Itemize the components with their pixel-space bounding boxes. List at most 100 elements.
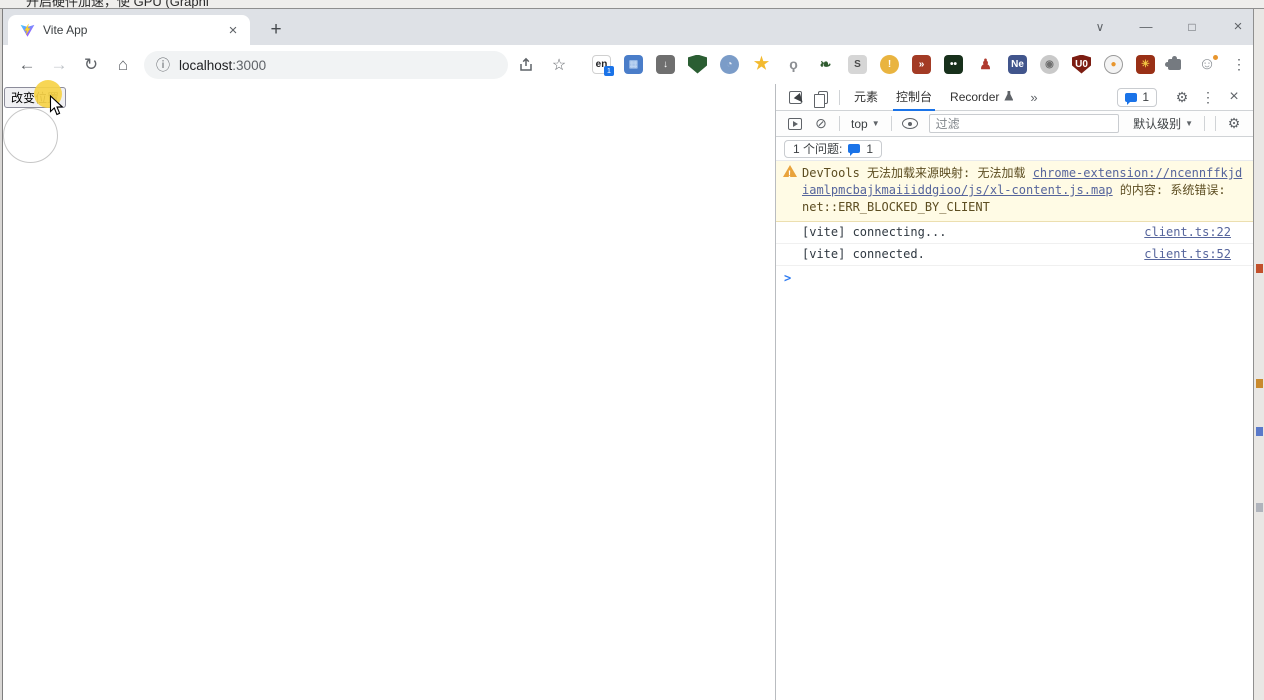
key-extension-icon[interactable]: ! [880, 55, 899, 74]
site-info-icon[interactable]: ⓘ [156, 55, 170, 75]
session-extension-icon[interactable]: S [848, 55, 867, 74]
device-glyph [818, 91, 828, 104]
share-icon[interactable] [515, 54, 537, 76]
inspect-element-icon[interactable] [782, 86, 808, 108]
context-label: top [851, 117, 868, 131]
window-minimize-button[interactable]: — [1131, 15, 1161, 39]
puzzle-glyph [1168, 59, 1181, 70]
vite-logo-icon [20, 23, 35, 38]
mouse-cursor-icon [49, 95, 64, 116]
divider [891, 116, 892, 131]
bee-extension-icon[interactable]: ✳ [1136, 55, 1155, 74]
devtools-close-icon[interactable]: × [1221, 86, 1247, 108]
new-tab-button[interactable]: + [263, 18, 289, 42]
log-level-label: 默认级别 [1133, 115, 1181, 132]
devtools-tab-console[interactable]: 控制台 [887, 84, 941, 111]
window-maximize-button[interactable]: □ [1177, 15, 1207, 39]
device-toolbar-icon[interactable] [808, 86, 834, 108]
issues-count: 1 [866, 142, 873, 156]
window-close-button[interactable]: × [1223, 15, 1253, 39]
eye-glyph [902, 118, 918, 129]
console-filter-input[interactable] [929, 114, 1119, 133]
profile-avatar-icon[interactable]: ☺ [1195, 53, 1219, 75]
issues-bubble-icon [848, 144, 860, 153]
issues-counter-button[interactable]: 1 个问题: 1 [784, 140, 882, 158]
window-chevron-button[interactable]: ∨ [1085, 15, 1115, 39]
tab-title: Vite App [43, 23, 224, 37]
background-window-fragment [1256, 264, 1263, 273]
pill-dot-extension-icon[interactable]: ● [1104, 55, 1123, 74]
devtools-tab-recorder[interactable]: Recorder [941, 84, 1022, 111]
devtools-tab-elements[interactable]: 元素 [845, 84, 887, 111]
film-reel-extension-icon[interactable]: ◉ [1040, 55, 1059, 74]
warning-triangle-icon [783, 165, 797, 177]
chevron-down-icon: ▼ [872, 119, 880, 128]
experiment-flask-icon [1004, 91, 1013, 101]
divider [839, 116, 840, 131]
extension-badge: 1 [604, 66, 614, 76]
background-window-fragment [1256, 503, 1263, 512]
console-log-row: [vite] connecting... client.ts:22 [776, 222, 1253, 244]
clear-console-icon[interactable]: ⊘ [808, 113, 834, 135]
chevron-down-icon: ▼ [1185, 119, 1193, 128]
favorites-star-extension-icon[interactable]: ★ [752, 55, 771, 74]
console-toolbar: ⊘ top ▼ 默认级别 ▼ ⚙ [776, 111, 1253, 137]
back-button[interactable]: ← [14, 52, 40, 78]
devtools-menu-kebab-icon[interactable]: ⋮ [1195, 86, 1221, 108]
issues-label: 1 个问题: [793, 140, 842, 157]
address-bar[interactable]: ⓘ localhost:3000 [144, 51, 508, 79]
background-window-fragment [1256, 379, 1263, 388]
tab-close-icon[interactable]: × [224, 22, 242, 39]
bookmark-star-icon[interactable]: ☆ [548, 54, 570, 76]
console-settings-icon[interactable]: ⚙ [1221, 113, 1247, 135]
lightbulb-extension-icon[interactable]: ϙ [784, 55, 803, 74]
issues-badge[interactable]: 1 [1117, 88, 1157, 107]
url-port: :3000 [232, 58, 266, 73]
notebook-ne-extension-icon[interactable]: Ne [1008, 55, 1027, 74]
browser-tab-vite-app[interactable]: Vite App × [8, 15, 250, 45]
extensions-strip: en1 ▦ ↓ ◔ ★ ϙ ❧ S! » •• ♟ Ne ◉ U0 ● ✳ [592, 53, 1155, 75]
console-messages: DevTools 无法加载来源映射: 无法加载 chrome-extension… [776, 161, 1253, 290]
reload-button[interactable]: ↻ [78, 52, 104, 78]
background-window-right-strip [1253, 9, 1264, 700]
download-manager-extension-icon[interactable]: ↓ [656, 55, 675, 74]
forward-button[interactable]: → [46, 52, 72, 78]
issues-badge-count: 1 [1142, 90, 1149, 104]
divider [1204, 116, 1205, 131]
log-text: [vite] connecting... [802, 225, 947, 239]
browser-toolbar: ← → ↻ ⌂ ⓘ localhost:3000 ☆ en1 ▦ ↓ ◔ ★ ϙ ❧ S! » •… [3, 45, 1253, 84]
execution-context-dropdown[interactable]: top ▼ [845, 117, 886, 131]
fastforward-extension-icon[interactable]: » [912, 55, 931, 74]
divider [839, 90, 840, 105]
source-link[interactable]: client.ts:22 [1144, 225, 1231, 240]
figure-extension-icon[interactable]: ♟ [976, 55, 995, 74]
prompt-chevron-icon: > [784, 271, 791, 285]
devtools-panel: 元素 控制台 Recorder » 1 ⚙ ⋮ × ⊘ top ▼ 默认级别 ▼… [775, 84, 1253, 700]
extensions-puzzle-icon[interactable] [1163, 53, 1185, 75]
url-host: localhost [179, 58, 232, 73]
background-window-top-strip: 开启硬件加速，使 GPU (Graphi [0, 0, 1264, 9]
tampermonkey-shield-extension-icon[interactable] [688, 55, 707, 74]
divider [1215, 116, 1216, 131]
console-sidebar-toggle-icon[interactable] [782, 113, 808, 135]
more-tabs-icon[interactable]: » [1022, 90, 1045, 105]
ublock-origin-extension-icon[interactable]: U0 [1072, 55, 1091, 74]
source-link[interactable]: client.ts:52 [1144, 247, 1231, 262]
home-button[interactable]: ⌂ [110, 52, 136, 78]
translate-extension-icon[interactable]: en1 [592, 55, 611, 74]
wallpaper-extension-icon[interactable]: ▦ [624, 55, 643, 74]
console-prompt[interactable]: > [776, 266, 1253, 290]
proxy-circle-extension-icon[interactable]: ◔ [720, 55, 739, 74]
log-text: [vite] connected. [802, 247, 925, 261]
devtools-settings-icon[interactable]: ⚙ [1169, 86, 1195, 108]
log-level-dropdown[interactable]: 默认级别 ▼ [1127, 115, 1199, 132]
warning-text-prefix: DevTools 无法加载来源映射: 无法加载 [802, 166, 1033, 180]
live-expression-eye-icon[interactable] [897, 113, 923, 135]
browser-menu-kebab-icon[interactable]: ⋮ [1229, 53, 1249, 75]
gnome-foot-extension-icon[interactable]: ❧ [816, 55, 835, 74]
recorder-label: Recorder [950, 90, 999, 104]
devtools-tab-bar: 元素 控制台 Recorder » 1 ⚙ ⋮ × [776, 84, 1253, 111]
binoculars-extension-icon[interactable]: •• [944, 55, 963, 74]
background-window-fragment [1256, 427, 1263, 436]
issues-bar: 1 个问题: 1 [776, 137, 1253, 161]
